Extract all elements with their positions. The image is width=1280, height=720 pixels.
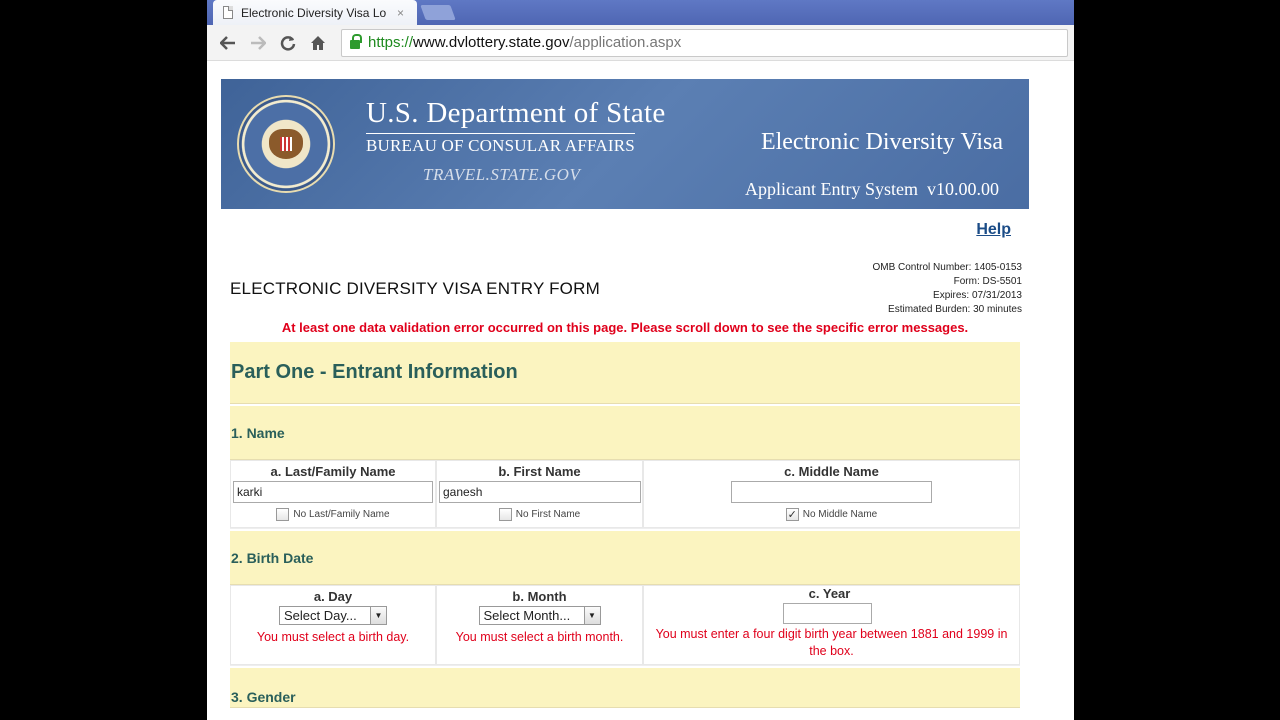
birth-month-select-value: Select Month... <box>483 608 571 623</box>
first-name-input[interactable]: ganesh <box>439 481 641 503</box>
system-version: Applicant Entry System v10.00.00 <box>745 179 999 199</box>
home-icon <box>311 35 325 50</box>
forward-button[interactable] <box>243 29 273 57</box>
expires: Expires: 07/31/2013 <box>933 290 1022 301</box>
middle-name-input[interactable] <box>731 481 932 503</box>
bureau-title: BUREAU OF CONSULAR AFFAIRS <box>366 133 635 156</box>
birth-day-select[interactable]: Select Day... ▼ <box>279 606 387 625</box>
last-name-cell: a. Last/Family Name karki No Last/Family… <box>230 460 436 528</box>
tab-title: Electronic Diversity Visa Lo <box>241 5 387 20</box>
header-banner: U.S. Department of State BUREAU OF CONSU… <box>221 79 1029 209</box>
birth-date-fields: a. Day Select Day... ▼ You must select a … <box>230 585 1020 666</box>
form-number: Form: DS-5501 <box>953 276 1022 287</box>
reload-icon <box>280 35 296 51</box>
url-host: www.dvlottery.state.gov <box>413 34 570 51</box>
omb-control-number: OMB Control Number: 1405-0153 <box>872 262 1022 273</box>
browser-window: Electronic Diversity Visa Lo × https://w… <box>207 0 1074 720</box>
month-label: b. Month <box>512 589 567 604</box>
middle-name-cell: c. Middle Name ✓ No Middle Name <box>643 460 1020 528</box>
last-name-label: a. Last/Family Name <box>270 464 396 479</box>
birth-date-heading: 2. Birth Date <box>230 531 1020 585</box>
no-last-name-label: No Last/Family Name <box>293 509 390 520</box>
year-label: c. Year <box>808 586 851 601</box>
name-fields: a. Last/Family Name karki No Last/Family… <box>230 460 1020 529</box>
name-heading: 1. Name <box>230 406 1020 460</box>
estimated-burden: Estimated Burden: 30 minutes <box>888 304 1022 315</box>
url-scheme: https:// <box>368 34 414 51</box>
dropdown-arrow-icon[interactable]: ▼ <box>370 607 386 624</box>
gender-heading: 3. Gender <box>230 668 1020 708</box>
dropdown-arrow-icon[interactable]: ▼ <box>583 607 600 624</box>
checkbox-box[interactable] <box>276 508 290 521</box>
checkbox-box[interactable] <box>498 508 512 521</box>
part-one-heading: Part One - Entrant Information <box>230 342 1020 404</box>
close-tab-icon[interactable]: × <box>397 6 404 20</box>
lock-icon <box>350 34 362 49</box>
tab-strip: Electronic Diversity Visa Lo × <box>207 0 1074 25</box>
edv-title: Electronic Diversity Visa <box>760 129 1003 155</box>
new-tab-button[interactable] <box>420 5 456 20</box>
help-link[interactable]: Help <box>976 221 1011 239</box>
checked-checkbox[interactable]: ✓ <box>785 508 799 521</box>
travel-link: TRAVEL.STATE.GOV <box>423 165 581 184</box>
first-name-cell: b. First Name ganesh No First Name <box>436 460 643 528</box>
forward-arrow-icon <box>251 35 266 50</box>
last-name-input[interactable]: karki <box>233 481 433 503</box>
no-first-name-label: No First Name <box>515 509 581 520</box>
birth-day-cell: a. Day Select Day... ▼ You must select a … <box>230 585 436 665</box>
menu-row: Help <box>221 209 1029 254</box>
state-department-seal-icon <box>237 95 335 193</box>
department-title: U.S. Department of State <box>366 97 666 129</box>
birth-month-error: You must select a birth month. <box>455 630 624 644</box>
birth-day-select-value: Select Day... <box>284 608 357 623</box>
omb-info: OMB Control Number: 1405-0153 Form: DS-5… <box>872 261 1022 317</box>
page-icon <box>223 6 233 19</box>
form-title: ELECTRONIC DIVERSITY VISA ENTRY FORM <box>230 279 600 298</box>
validation-error-message: At least one data validation error occur… <box>281 320 969 335</box>
reload-button[interactable] <box>273 29 303 57</box>
birth-day-error: You must select a birth day. <box>256 630 410 644</box>
address-bar[interactable]: https://www.dvlottery.state.gov/applicat… <box>341 28 1068 57</box>
middle-name-label: c. Middle Name <box>784 464 879 479</box>
first-name-label: b. First Name <box>498 464 581 479</box>
birth-year-cell: c. Year You must enter a four digit birt… <box>643 585 1020 665</box>
no-middle-name-checkbox[interactable]: ✓ No Middle Name <box>785 508 878 521</box>
day-label: a. Day <box>313 589 353 604</box>
home-button[interactable] <box>303 29 333 57</box>
birth-month-select[interactable]: Select Month... ▼ <box>478 606 601 625</box>
no-first-name-checkbox[interactable]: No First Name <box>498 508 581 521</box>
no-middle-name-label: No Middle Name <box>802 509 878 520</box>
url-path: /application.aspx <box>569 34 682 51</box>
form-header: ELECTRONIC DIVERSITY VISA ENTRY FORM OMB… <box>221 254 1029 320</box>
page-content: U.S. Department of State BUREAU OF CONSU… <box>221 79 1029 708</box>
birth-month-cell: b. Month Select Month... ▼ You must selec… <box>436 585 643 665</box>
browser-tab[interactable]: Electronic Diversity Visa Lo × <box>213 0 417 25</box>
back-arrow-icon <box>220 35 235 50</box>
no-last-name-checkbox[interactable]: No Last/Family Name <box>276 508 390 521</box>
birth-year-error: You must enter a four digit birth year b… <box>655 627 1008 658</box>
birth-year-input[interactable] <box>783 603 872 624</box>
browser-toolbar: https://www.dvlottery.state.gov/applicat… <box>207 25 1074 61</box>
back-button[interactable] <box>213 29 243 57</box>
